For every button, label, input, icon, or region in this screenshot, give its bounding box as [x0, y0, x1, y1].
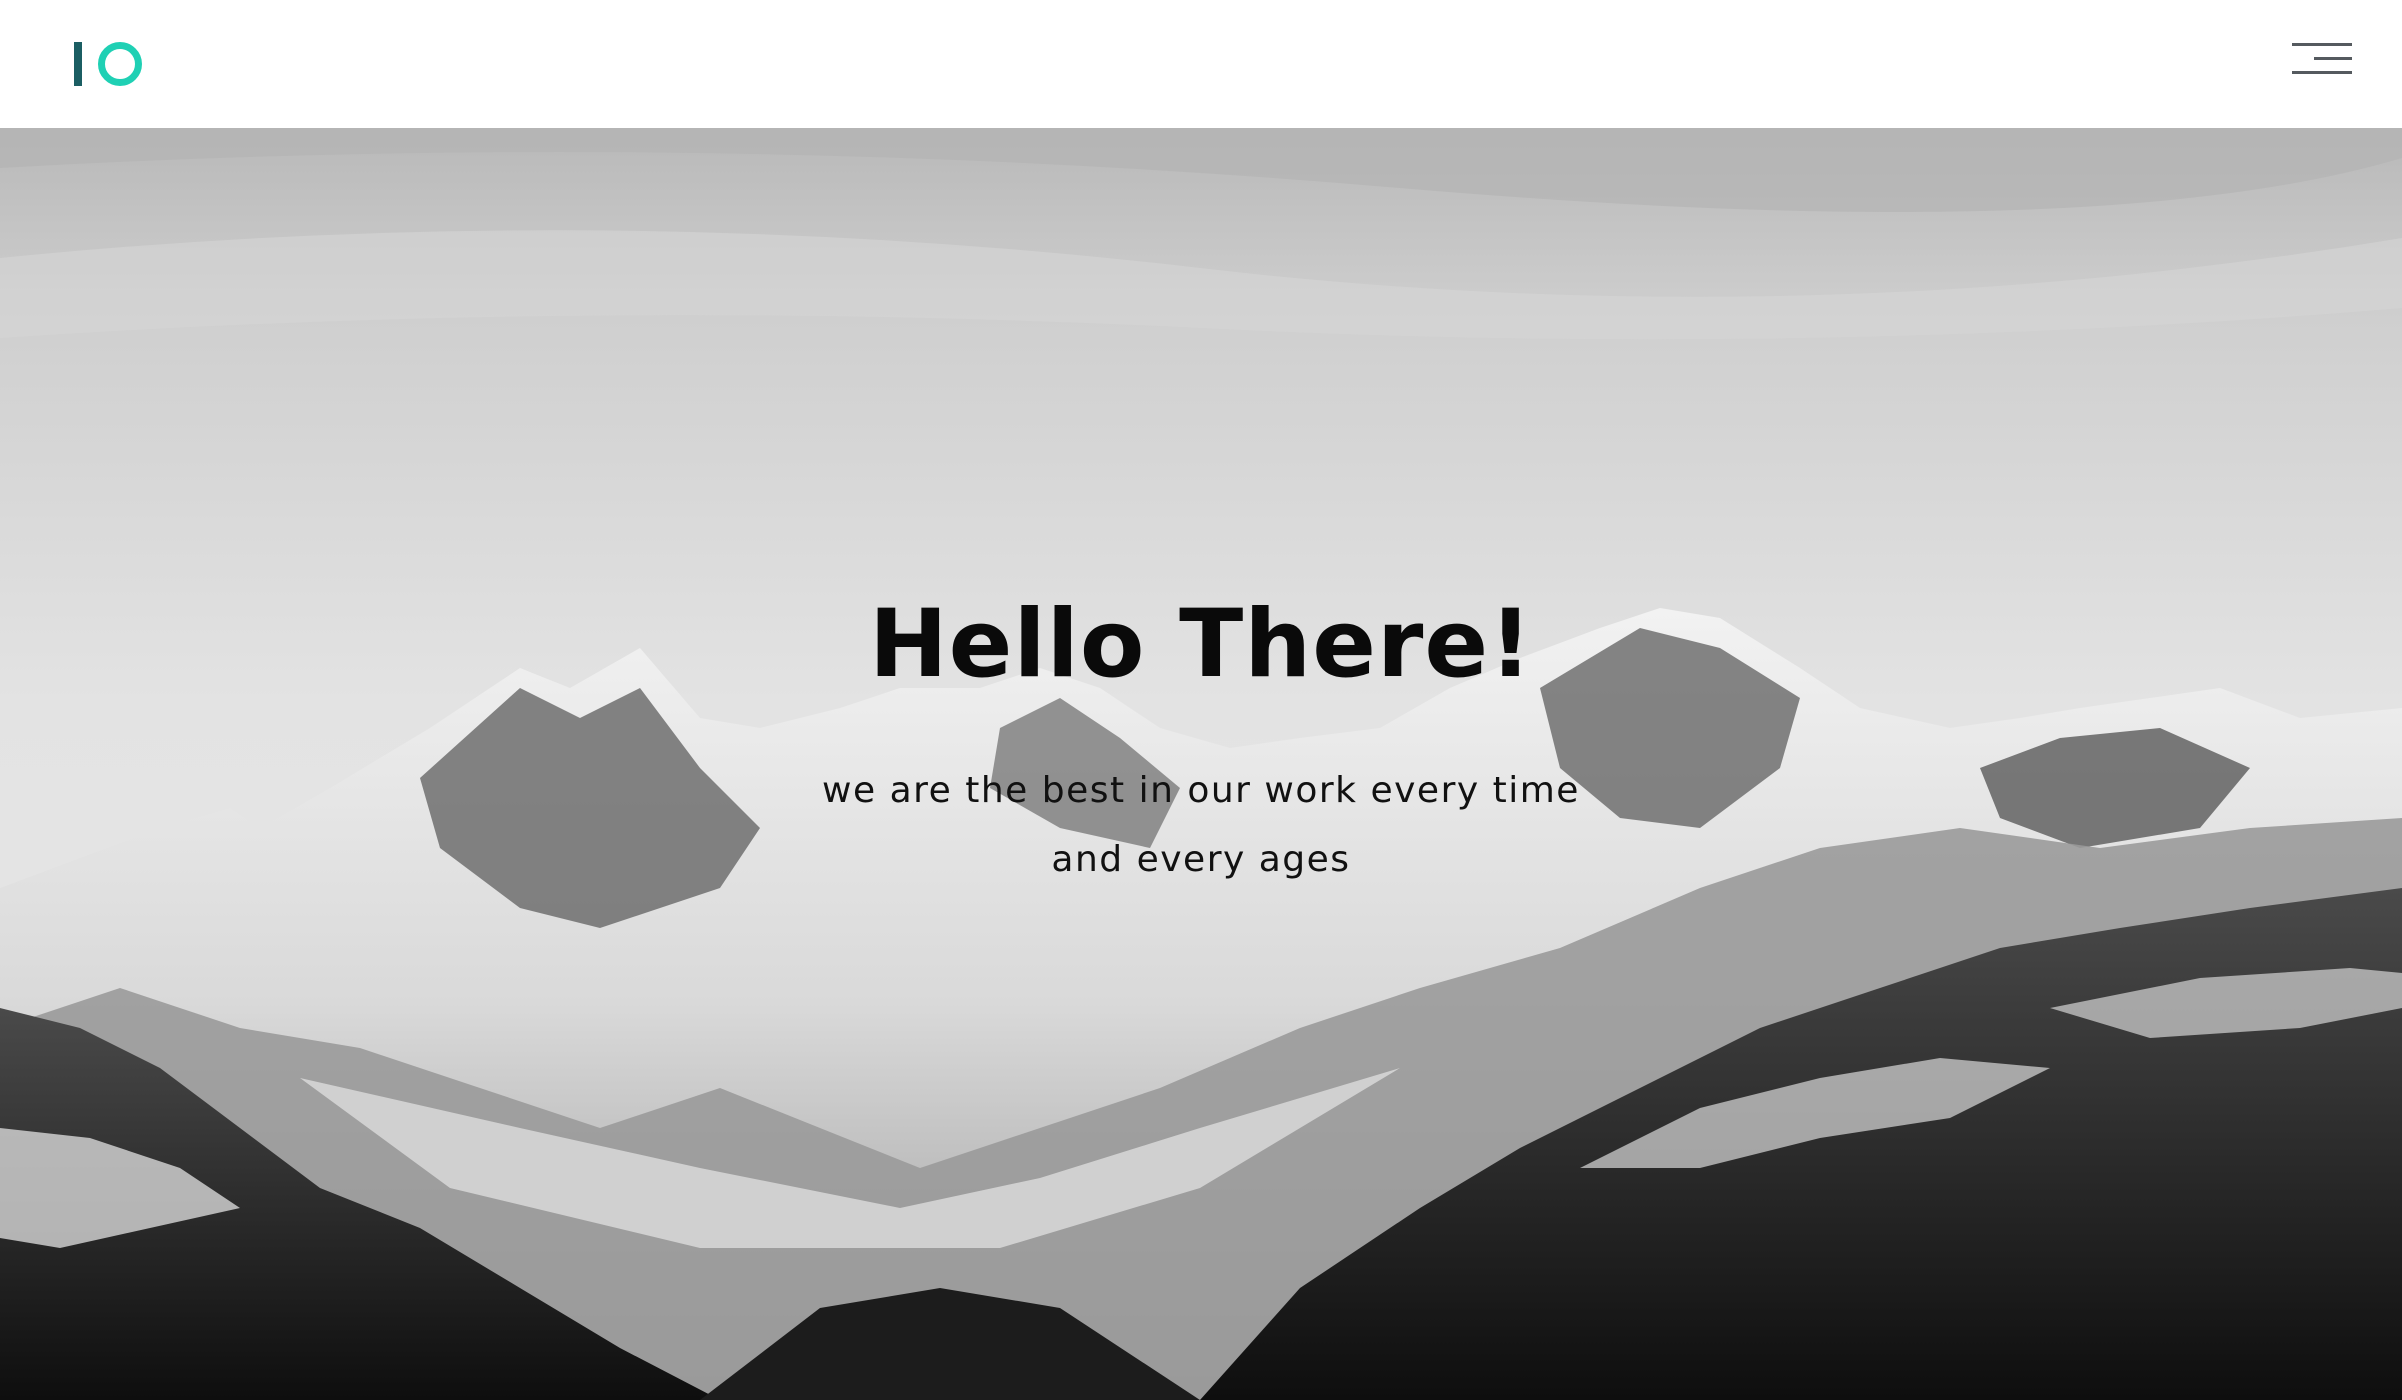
hero-title: Hello There!: [869, 590, 1533, 699]
menu-line: [2314, 57, 2352, 60]
hamburger-menu-icon[interactable]: [2288, 40, 2352, 78]
site-header: [0, 0, 2402, 128]
logo-bar: [74, 42, 82, 86]
hero-subtitle: we are the best in our work every time a…: [822, 770, 1580, 880]
menu-line: [2292, 71, 2352, 74]
logo-io-icon[interactable]: [74, 42, 146, 86]
logo-ring: [98, 42, 142, 86]
menu-line: [2292, 43, 2352, 46]
hero-section: Hello There! we are the best in our work…: [0, 128, 2402, 1400]
